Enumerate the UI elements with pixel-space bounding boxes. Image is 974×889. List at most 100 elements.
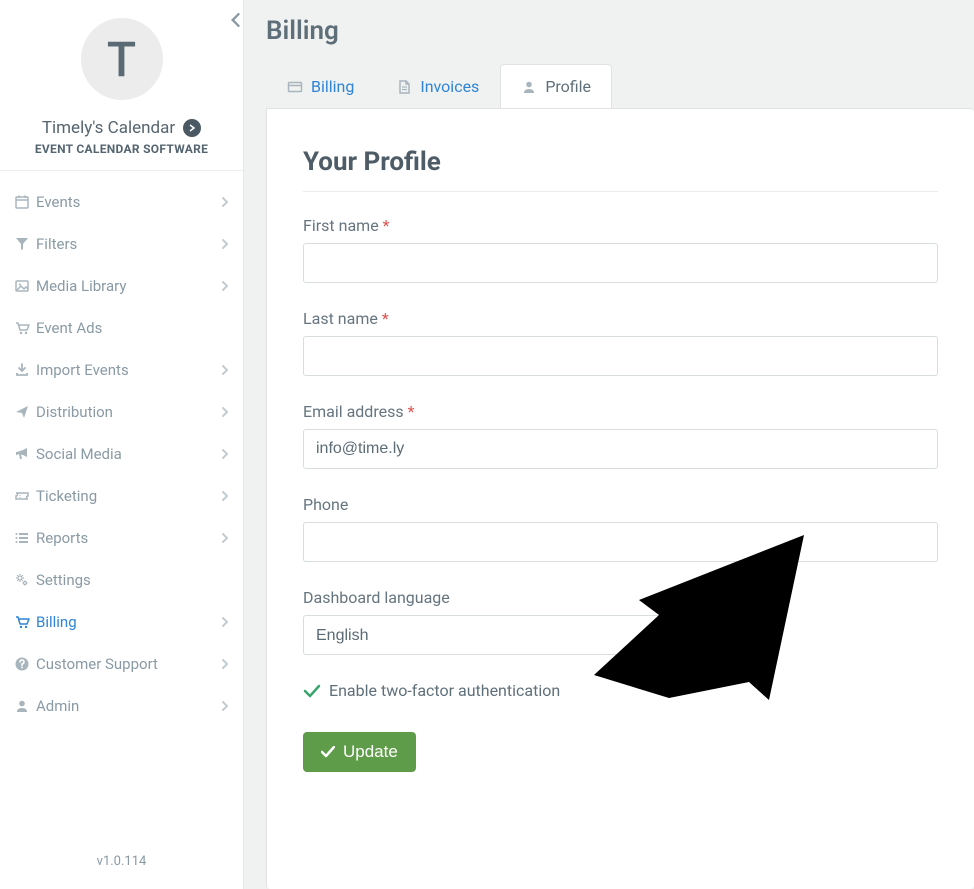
sidebar-item-label: Event Ads [36,319,229,337]
brand-avatar-letter: T [107,31,136,88]
chevron-right-icon [221,616,229,628]
sidebar-item-social-media[interactable]: Social Media [0,433,243,475]
update-button[interactable]: Update [303,732,416,772]
required-asterisk: * [383,216,390,235]
chevron-right-icon [221,700,229,712]
first-name-label-text: First name [303,216,379,235]
chevron-right-circle-icon [183,119,201,137]
brand-avatar: T [81,18,163,100]
last-name-label-text: Last name [303,309,378,328]
sidebar-item-settings[interactable]: Settings [0,559,243,601]
image-icon [14,278,36,294]
gears-icon [14,572,36,588]
twofa-label: Enable two-factor authentication [329,681,560,700]
sidebar-item-ticketing[interactable]: Ticketing [0,475,243,517]
sidebar-item-import-events[interactable]: Import Events [0,349,243,391]
sidebar-item-label: Distribution [36,403,221,421]
sidebar-item-events[interactable]: Events [0,181,243,223]
last-name-field: Last name * [303,309,938,376]
first-name-field: First name * [303,216,938,283]
chevron-right-icon [221,280,229,292]
sidebar-item-reports[interactable]: Reports [0,517,243,559]
email-field: Email address * [303,402,938,469]
sidebar-item-distribution[interactable]: Distribution [0,391,243,433]
chevron-right-icon [221,490,229,502]
tab-billing[interactable]: Billing [266,64,375,108]
email-input[interactable] [303,429,938,469]
version-label: v1.0.114 [0,846,243,889]
tab-profile[interactable]: Profile [500,64,612,108]
calendar-icon [14,194,36,210]
chevron-right-icon [221,196,229,208]
chevron-right-icon [221,532,229,544]
first-name-input[interactable] [303,243,938,283]
email-label-text: Email address [303,402,404,421]
phone-label-text: Phone [303,495,348,514]
language-select-wrap: English [303,615,708,655]
sidebar-collapse-button[interactable] [225,10,245,30]
sidebar-item-label: Admin [36,697,221,715]
list-icon [14,530,36,546]
sidebar: T Timely's Calendar EVENT CALENDAR SOFTW… [0,0,244,889]
sidebar-item-admin[interactable]: Admin [0,685,243,727]
last-name-input[interactable] [303,336,938,376]
user-icon [14,698,36,714]
required-asterisk: * [408,402,415,421]
sidebar-item-media-library[interactable]: Media Library [0,265,243,307]
cart-icon [14,614,36,630]
brand-name: Timely's Calendar [42,118,175,138]
language-field: Dashboard language English [303,588,938,655]
sidebar-item-billing[interactable]: Billing [0,601,243,643]
chevron-right-icon [221,364,229,376]
user-icon [521,79,537,95]
sidebar-item-label: Settings [36,571,229,589]
card-icon [287,79,303,95]
doc-icon [396,79,412,95]
chevron-right-icon [221,238,229,250]
required-asterisk: * [382,309,389,328]
download-icon [14,362,36,378]
phone-input[interactable] [303,522,938,562]
sidebar-item-label: Social Media [36,445,221,463]
sidebar-nav: Events Filters Media Library Event Ads Impor… [0,171,243,846]
question-icon [14,656,36,672]
page-title: Billing [266,16,974,46]
last-name-label: Last name * [303,309,938,328]
twofa-toggle[interactable]: Enable two-factor authentication [303,681,938,700]
ticket-icon [14,488,36,504]
language-select[interactable]: English [303,615,708,655]
send-icon [14,404,36,420]
sidebar-item-label: Filters [36,235,221,253]
sidebar-item-label: Ticketing [36,487,221,505]
tab-invoices[interactable]: Invoices [375,64,500,108]
chevron-right-icon [221,658,229,670]
megaphone-icon [14,446,36,462]
tab-label: Profile [545,77,591,96]
update-button-label: Update [343,742,398,762]
chevron-right-icon [221,448,229,460]
phone-label: Phone [303,495,938,514]
brand-name-row[interactable]: Timely's Calendar [10,118,233,138]
sidebar-item-label: Reports [36,529,221,547]
brand-block: T Timely's Calendar EVENT CALENDAR SOFTW… [0,0,243,171]
phone-field: Phone [303,495,938,562]
sidebar-item-label: Billing [36,613,221,631]
chevron-right-icon [221,406,229,418]
sidebar-item-event-ads[interactable]: Event Ads [0,307,243,349]
language-label-text: Dashboard language [303,588,450,607]
funnel-icon [14,236,36,252]
email-label: Email address * [303,402,938,421]
tabs: Billing Invoices Profile [266,64,974,108]
check-icon [321,746,335,758]
sidebar-item-label: Media Library [36,277,221,295]
tab-label: Billing [311,77,354,96]
sidebar-item-label: Customer Support [36,655,221,673]
cart-icon [14,320,36,336]
sidebar-item-customer-support[interactable]: Customer Support [0,643,243,685]
sidebar-item-label: Import Events [36,361,221,379]
language-label: Dashboard language [303,588,938,607]
first-name-label: First name * [303,216,938,235]
sidebar-item-filters[interactable]: Filters [0,223,243,265]
tab-label: Invoices [420,77,479,96]
brand-tagline: EVENT CALENDAR SOFTWARE [10,142,233,156]
